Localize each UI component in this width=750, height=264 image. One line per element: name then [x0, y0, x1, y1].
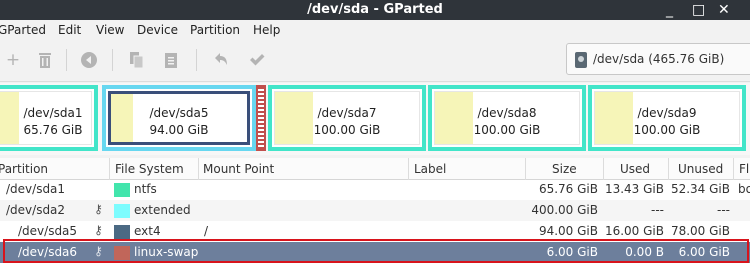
partition-block-size: 65.76 GiB — [23, 123, 83, 137]
paste-icon[interactable] — [162, 51, 180, 69]
partition-block-sda8[interactable]: /dev/sda8 100.00 GiB — [428, 85, 586, 151]
menu-bar: GParted Edit View Device Partition Help — [0, 20, 750, 40]
partition-block-size: 100.00 GiB — [473, 123, 541, 137]
used: 13.43 GiB — [604, 182, 664, 196]
partition-block-name: /dev/sda7 — [317, 106, 377, 120]
size: 400.00 GiB — [531, 203, 598, 217]
unused: 78.00 GiB — [670, 224, 730, 238]
partition-block-size: 94.00 GiB — [149, 123, 209, 137]
mount-point: / — [204, 224, 209, 238]
menu-partition[interactable]: Partition — [190, 23, 240, 37]
menu-device[interactable]: Device — [137, 23, 178, 37]
partition-name: /dev/sda6 — [18, 245, 78, 259]
resize-icon[interactable] — [80, 51, 98, 69]
table-row[interactable]: /dev/sda1 ntfs 65.76 GiB 13.43 GiB 52.34… — [0, 179, 750, 200]
used: --- — [651, 203, 664, 217]
close-button[interactable]: ✕ — [718, 1, 730, 19]
size: 94.00 GiB — [538, 224, 598, 238]
partition-name: /dev/sda1 — [6, 182, 66, 196]
column-divider[interactable] — [668, 158, 669, 180]
column-header-file-system[interactable]: File System — [115, 162, 184, 176]
menu-edit[interactable]: Edit — [58, 23, 81, 37]
partition-block-inner: /dev/sda5 94.00 GiB — [108, 91, 250, 145]
toolbar-separator — [112, 49, 113, 71]
column-header-flags[interactable]: Fl — [739, 162, 749, 176]
table-row[interactable]: /dev/sda5 ⚷ ext4 / 94.00 GiB 16.00 GiB 7… — [0, 221, 750, 242]
menu-gparted[interactable]: GParted — [0, 23, 46, 37]
table-header: Partition File System Mount Point Label … — [0, 158, 750, 180]
size: 6.00 GiB — [546, 245, 598, 259]
delete-icon[interactable] — [36, 51, 54, 69]
column-header-unused[interactable]: Unused — [678, 162, 723, 176]
column-header-size[interactable]: Size — [552, 162, 577, 176]
partition-block-sda5[interactable]: /dev/sda5 94.00 GiB — [102, 85, 256, 151]
column-header-label[interactable]: Label — [414, 162, 446, 176]
undo-icon[interactable] — [212, 51, 230, 69]
column-divider[interactable] — [408, 158, 409, 180]
minimize-button[interactable]: _ — [666, 1, 673, 19]
file-system: extended — [134, 203, 191, 217]
partition-name: /dev/sda5 — [18, 224, 78, 238]
column-divider[interactable] — [109, 158, 110, 180]
partition-block-sda7[interactable]: /dev/sda7 100.00 GiB — [268, 85, 426, 151]
menu-view[interactable]: View — [96, 23, 124, 37]
partition-map: /dev/sda1 65.76 GiB /dev/sda5 94.00 GiB … — [0, 83, 750, 155]
partition-name: /dev/sda2 — [6, 203, 66, 217]
menu-help[interactable]: Help — [253, 23, 280, 37]
column-divider[interactable] — [198, 158, 199, 180]
used: 0.00 B — [625, 245, 664, 259]
column-header-partition[interactable]: Partition — [0, 162, 48, 176]
partition-block-size: 100.00 GiB — [633, 123, 701, 137]
partition-block-name: /dev/sda1 — [23, 106, 83, 120]
column-header-used[interactable]: Used — [620, 162, 650, 176]
unused: --- — [717, 203, 730, 217]
table-row-selected[interactable]: /dev/sda6 ⚷ linux-swap 6.00 GiB 0.00 B 6… — [0, 242, 750, 263]
column-divider[interactable] — [733, 158, 734, 180]
partition-block-inner: /dev/sda7 100.00 GiB — [274, 91, 420, 145]
file-system: ext4 — [134, 224, 161, 238]
partition-block-sda1[interactable]: /dev/sda1 65.76 GiB — [0, 85, 98, 151]
apply-icon[interactable] — [248, 51, 266, 69]
unused: 52.34 GiB — [670, 182, 730, 196]
partition-block-sda6[interactable] — [256, 85, 266, 151]
partition-block-inner: /dev/sda8 100.00 GiB — [434, 91, 580, 145]
hard-disk-icon — [575, 52, 587, 68]
partition-table: Partition File System Mount Point Label … — [0, 158, 750, 264]
maximize-button[interactable]: □ — [692, 1, 705, 19]
fs-color-swatch — [114, 204, 130, 218]
key-icon: ⚷ — [94, 223, 103, 237]
fs-color-swatch — [114, 246, 130, 260]
window-title: /dev/sda - GParted — [307, 2, 443, 17]
device-selector-value: /dev/sda (465.76 GiB) — [593, 52, 725, 66]
toolbar-separator — [196, 49, 197, 71]
used: 16.00 GiB — [604, 224, 664, 238]
unused: 6.00 GiB — [678, 245, 730, 259]
partition-block-inner: /dev/sda9 100.00 GiB — [594, 91, 740, 145]
toolbar-separator — [66, 49, 67, 71]
column-divider[interactable] — [603, 158, 604, 180]
size: 65.76 GiB — [538, 182, 598, 196]
file-system: ntfs — [134, 182, 157, 196]
column-header-mount-point[interactable]: Mount Point — [203, 162, 274, 176]
key-icon: ⚷ — [94, 202, 103, 216]
new-icon[interactable]: + — [4, 51, 22, 69]
table-row[interactable]: /dev/sda2 ⚷ extended 400.00 GiB --- --- — [0, 200, 750, 221]
partition-block-name: /dev/sda8 — [477, 106, 537, 120]
column-divider[interactable] — [525, 158, 526, 180]
file-system: linux-swap — [134, 245, 199, 259]
flags: bo — [738, 182, 750, 196]
partition-block-size: 100.00 GiB — [313, 123, 381, 137]
fs-color-swatch — [114, 225, 130, 239]
title-bar: /dev/sda - GParted _ □ ✕ — [0, 0, 750, 20]
partition-block-sda9[interactable]: /dev/sda9 100.00 GiB — [588, 85, 746, 151]
copy-icon[interactable] — [128, 51, 146, 69]
partition-block-name: /dev/sda5 — [149, 106, 209, 120]
key-icon: ⚷ — [94, 244, 103, 258]
device-selector[interactable]: /dev/sda (465.76 GiB) — [566, 43, 750, 75]
partition-block-name: /dev/sda9 — [637, 106, 697, 120]
fs-color-swatch — [114, 183, 130, 197]
partition-block-inner: /dev/sda1 65.76 GiB — [0, 91, 92, 145]
